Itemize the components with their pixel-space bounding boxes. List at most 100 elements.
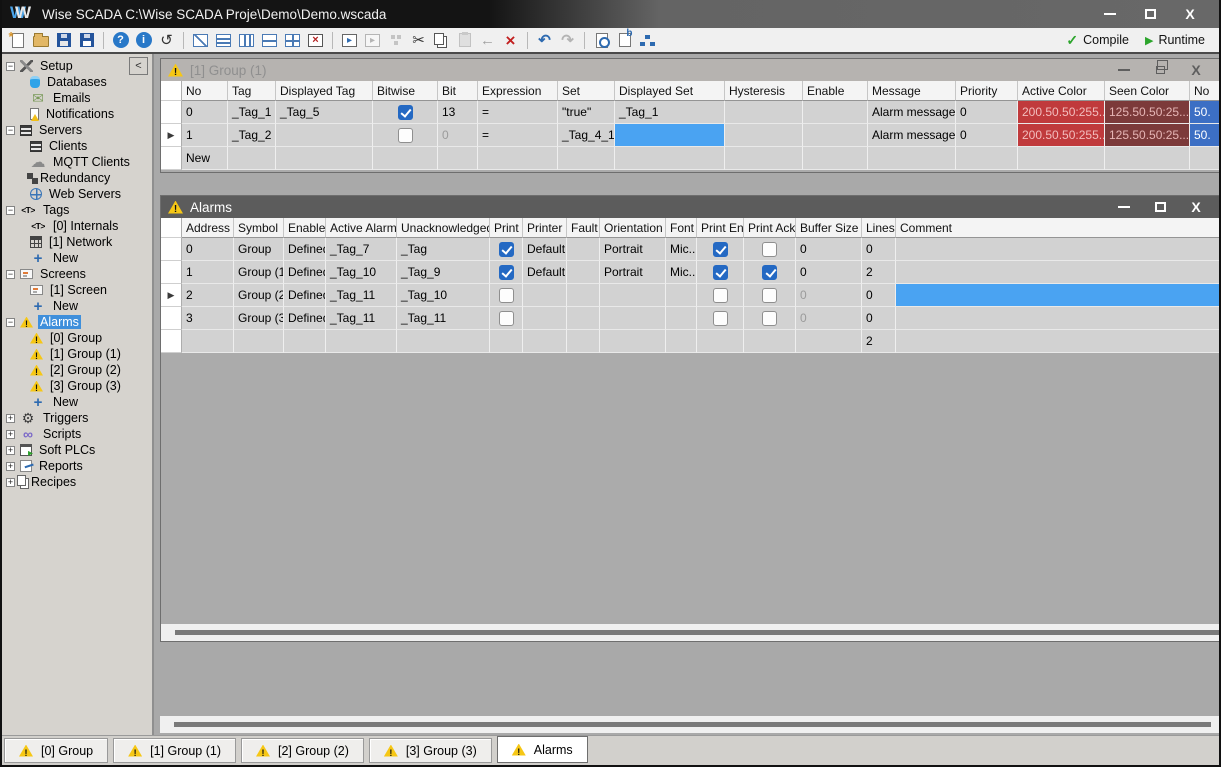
tree-item-mqtt-clients[interactable]: ☁MQTT Clients	[2, 154, 152, 170]
alarms-hscrollbar-thumb[interactable]	[175, 630, 1219, 635]
column-header-printer[interactable]: Printer	[523, 218, 567, 238]
group-close-icon[interactable]: X	[1189, 63, 1203, 77]
grid-cell[interactable]: Group (3)	[234, 307, 284, 330]
grid-cell[interactable]: _Tag_5	[276, 101, 373, 124]
grid-cell[interactable]	[523, 307, 567, 330]
grid-cell[interactable]: 0	[438, 124, 478, 147]
tree-expander-icon[interactable]: +	[6, 478, 15, 487]
grid-cell[interactable]	[397, 330, 490, 353]
grid-cell[interactable]: 2	[182, 284, 234, 307]
grid-cell[interactable]: 0	[796, 238, 862, 261]
grid-cell[interactable]	[228, 147, 276, 170]
grid-cell[interactable]	[276, 147, 373, 170]
grid-cell[interactable]: _Tag_11	[326, 284, 397, 307]
grid-cell[interactable]: Alarm message 1!	[868, 124, 956, 147]
grid-cell[interactable]	[896, 238, 1219, 261]
grid-cell[interactable]	[697, 284, 744, 307]
close-window-icon[interactable]: ×	[304, 29, 327, 51]
column-header-hysteresis[interactable]: Hysteresis	[725, 81, 803, 101]
grid-cell[interactable]	[1190, 147, 1219, 170]
cut-icon[interactable]: ✂	[407, 29, 430, 51]
grid-cell[interactable]	[615, 147, 725, 170]
tree-expander-icon[interactable]: +	[6, 462, 15, 471]
grid-cell[interactable]	[896, 261, 1219, 284]
mdi-hscrollbar[interactable]	[160, 716, 1219, 733]
checkbox-checked[interactable]	[499, 265, 514, 280]
alarms-close-icon[interactable]: X	[1189, 200, 1203, 214]
grid-cell[interactable]	[896, 284, 1219, 307]
grid-cell[interactable]: Defined	[284, 284, 326, 307]
grid-cell[interactable]	[1105, 147, 1190, 170]
grid-cell[interactable]	[744, 284, 796, 307]
grid-cell[interactable]: =	[478, 101, 558, 124]
column-header-print-end[interactable]: Print End	[697, 218, 744, 238]
grid-cell[interactable]	[600, 284, 666, 307]
grid-cell[interactable]	[567, 330, 600, 353]
grid-cell[interactable]: 0	[182, 238, 234, 261]
grid-cell[interactable]	[284, 330, 326, 353]
new-project-icon[interactable]	[6, 29, 29, 51]
tree-item-emails[interactable]: ✉Emails	[2, 90, 152, 106]
grid-cell[interactable]: _Tag_10	[397, 284, 490, 307]
tree-item-recipes[interactable]: +Recipes	[2, 474, 152, 490]
grid-cell[interactable]	[697, 330, 744, 353]
grid-cell[interactable]: 0	[862, 307, 896, 330]
delete-icon[interactable]: ×	[499, 29, 522, 51]
column-header-displayed-set[interactable]: Displayed Set	[615, 81, 725, 101]
split-horizontal-icon[interactable]	[258, 29, 281, 51]
grid-cell[interactable]: Defined	[284, 307, 326, 330]
tree-item-alarms[interactable]: −Alarms	[2, 314, 152, 330]
column-header-unacknowledged[interactable]: Unacknowledged	[397, 218, 490, 238]
checkbox-unchecked[interactable]	[762, 311, 777, 326]
grid-cell[interactable]	[490, 261, 523, 284]
grid-cell[interactable]: Default	[523, 261, 567, 284]
grid-cell[interactable]: _Tag_2	[228, 124, 276, 147]
grid-cell[interactable]	[182, 330, 234, 353]
checkbox-unchecked[interactable]	[762, 242, 777, 257]
tree-expander-icon[interactable]: +	[6, 446, 15, 455]
tree-item-soft-plcs[interactable]: +Soft PLCs	[2, 442, 152, 458]
tile-vertical-icon[interactable]	[235, 29, 258, 51]
grid-cell[interactable]: 0	[796, 284, 862, 307]
grid-cell[interactable]: 0	[956, 124, 1018, 147]
tile-horizontal-icon[interactable]	[212, 29, 235, 51]
grid-cell[interactable]	[490, 307, 523, 330]
tree-expander-icon[interactable]: −	[6, 270, 15, 279]
grid-cell[interactable]: _Tag_4_1	[558, 124, 615, 147]
tab--2-group-2-[interactable]: [2] Group (2)	[241, 738, 364, 763]
column-header-font[interactable]: Font	[666, 218, 697, 238]
tree-item-web-servers[interactable]: Web Servers	[2, 186, 152, 202]
grid-cell[interactable]	[744, 238, 796, 261]
column-header-lines[interactable]: Lines	[862, 218, 896, 238]
grid-cell[interactable]: "true"	[558, 101, 615, 124]
tree-item-clients[interactable]: Clients	[2, 138, 152, 154]
row-selector-cell[interactable]	[161, 261, 182, 284]
tree-item-reports[interactable]: +Reports	[2, 458, 152, 474]
tab--1-group-1-[interactable]: [1] Group (1)	[113, 738, 236, 763]
grid-cell[interactable]	[896, 307, 1219, 330]
grid-cell[interactable]: 0	[796, 307, 862, 330]
grid-cell[interactable]	[666, 307, 697, 330]
group-window-titlebar[interactable]: [1] Group (1) X	[161, 59, 1219, 81]
grid-cell[interactable]	[567, 238, 600, 261]
alarms-hscrollbar[interactable]	[161, 624, 1219, 641]
grid-cell[interactable]	[956, 147, 1018, 170]
column-header-no[interactable]: No	[1190, 81, 1219, 101]
tree-item-alarm-group-2[interactable]: [2] Group (2)	[2, 362, 152, 378]
column-header-print[interactable]: Print	[490, 218, 523, 238]
tree-item-redundancy[interactable]: Redundancy	[2, 170, 152, 186]
grid-cell[interactable]	[490, 238, 523, 261]
save-icon[interactable]	[52, 29, 75, 51]
grid-cell[interactable]	[615, 124, 725, 147]
alarms-maximize-icon[interactable]	[1153, 200, 1167, 214]
tree-expander-icon[interactable]: −	[6, 126, 15, 135]
grid-cell[interactable]	[796, 330, 862, 353]
tree-expander-icon[interactable]: −	[6, 62, 15, 71]
column-header-expression[interactable]: Expression	[478, 81, 558, 101]
column-header-priority[interactable]: Priority	[956, 81, 1018, 101]
grid-cell[interactable]: Mic...	[666, 238, 697, 261]
column-header-no[interactable]: No	[182, 81, 228, 101]
tree-item-tags-new[interactable]: +New	[2, 250, 152, 266]
grid-cell[interactable]: 50.	[1190, 124, 1219, 147]
tree-item-alarms-new[interactable]: +New	[2, 394, 152, 410]
